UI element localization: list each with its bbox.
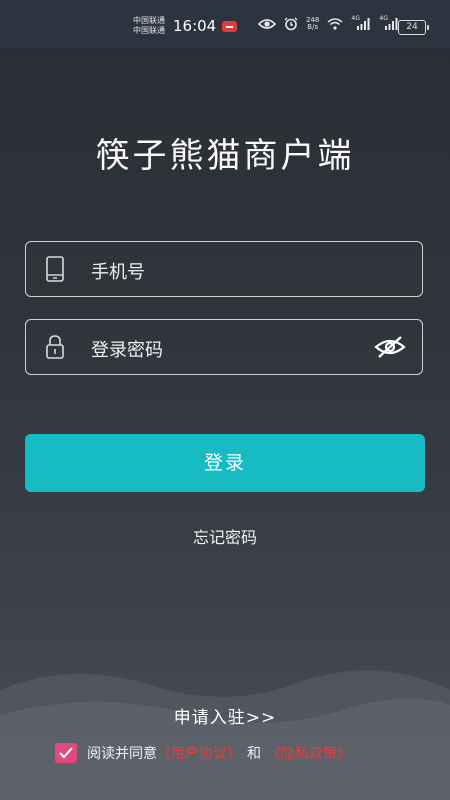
carrier-info: 中国联通 中国联通: [133, 16, 165, 36]
agreement-and: 和: [247, 746, 261, 762]
network-2-label: 4G: [379, 15, 388, 22]
battery-level: 24: [406, 22, 418, 32]
network-1-label: 4G: [351, 15, 360, 22]
speed-unit: B/s: [307, 23, 319, 31]
check-icon: [59, 747, 73, 759]
password-input[interactable]: 登录密码: [91, 336, 163, 362]
phone-icon: [46, 256, 64, 282]
phone-input[interactable]: 手机号: [91, 258, 145, 284]
wifi-icon: [327, 18, 343, 30]
apply-entry-link[interactable]: 申请入驻>>: [0, 703, 450, 728]
agreement-prefix: 阅读并同意: [87, 746, 157, 762]
decorative-wave: [0, 670, 450, 800]
carrier-2: 中国联通: [133, 26, 165, 35]
carrier-1: 中国联通: [133, 16, 165, 25]
privacy-policy-link[interactable]: 《隐私政策》: [267, 743, 351, 763]
lock-icon: [46, 335, 64, 359]
signal-2-icon: 4G: [379, 15, 399, 30]
login-button[interactable]: 登录: [25, 434, 425, 492]
agreement-row: 阅读并同意 《用户协议》 和 《隐私政策》: [55, 743, 351, 763]
network-speed: 248 B/s: [306, 17, 319, 31]
forgot-password-link[interactable]: 忘记密码: [0, 524, 450, 548]
status-icons: 248 B/s 4G 4G: [258, 15, 399, 31]
alarm-icon: [284, 17, 298, 31]
status-bar: 中国联通 中国联通 16:04 248 B/s 4G 4G 24: [0, 0, 450, 48]
user-agreement-link[interactable]: 《用户协议》: [157, 743, 241, 763]
phone-field[interactable]: 手机号: [25, 241, 423, 297]
agreement-checkbox[interactable]: [55, 743, 77, 763]
password-field[interactable]: 登录密码: [25, 319, 423, 375]
page-title: 筷子熊猫商户端: [95, 136, 355, 176]
eye-icon: [258, 19, 276, 29]
signal-1-icon: 4G: [351, 15, 371, 30]
eye-hidden-icon[interactable]: [374, 335, 406, 359]
notification-badge-icon: [222, 21, 237, 32]
clock: 16:04: [173, 17, 217, 35]
battery-icon: 24: [398, 20, 429, 35]
